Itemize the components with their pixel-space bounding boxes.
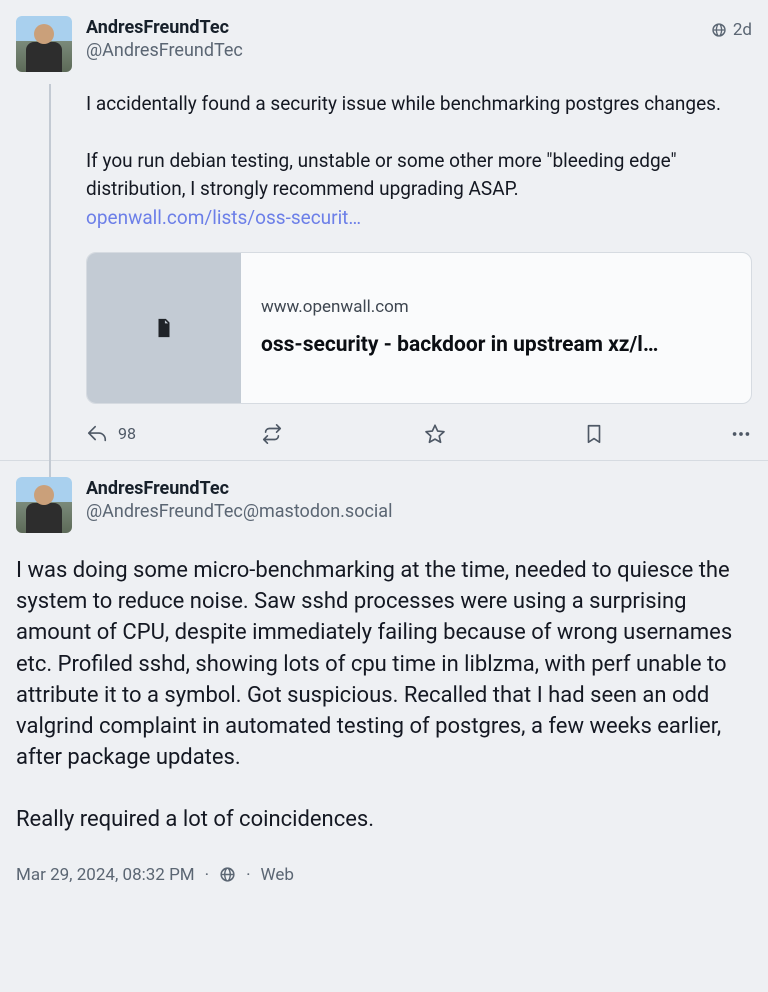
bookmark-icon <box>583 423 605 445</box>
handle: @AndresFreundTec@mastodon.social <box>86 500 752 523</box>
card-thumb <box>87 253 241 403</box>
paragraph: I was doing some micro-benchmarking at t… <box>16 555 752 774</box>
post-meta: 2d <box>711 16 752 72</box>
reply-count: 98 <box>118 422 136 446</box>
reply-button[interactable]: 98 <box>86 422 261 446</box>
reply-icon <box>86 423 108 445</box>
star-icon <box>424 423 446 445</box>
more-icon <box>730 423 752 445</box>
file-icon <box>153 315 175 341</box>
card-domain: www.openwall.com <box>261 295 658 321</box>
paragraph: I accidentally found a security issue wh… <box>86 90 752 119</box>
bookmark-button[interactable] <box>583 423 730 445</box>
boost-button[interactable] <box>261 423 424 445</box>
post-header: AndresFreundTec @AndresFreundTec 2d <box>16 16 752 72</box>
post-header: AndresFreundTec @AndresFreundTec@mastodo… <box>16 477 752 533</box>
card-body: www.openwall.com oss-security - backdoor… <box>241 253 678 403</box>
separator: · <box>246 865 250 885</box>
post-footer: Mar 29, 2024, 08:32 PM · · Web <box>16 865 752 885</box>
thread-connector <box>49 84 51 517</box>
link-card[interactable]: www.openwall.com oss-security - backdoor… <box>86 252 752 404</box>
timestamp[interactable]: Mar 29, 2024, 08:32 PM <box>16 865 195 885</box>
separator: · <box>205 865 209 885</box>
globe-icon <box>219 866 236 883</box>
display-name: AndresFreundTec <box>86 16 711 39</box>
post-source[interactable]: Web <box>261 865 294 885</box>
paragraph: Really required a lot of coincidences. <box>16 804 752 835</box>
author-block[interactable]: AndresFreundTec @AndresFreundTec <box>86 16 711 72</box>
card-title: oss-security - backdoor in upstream xz/l… <box>261 330 658 362</box>
display-name: AndresFreundTec <box>86 477 752 500</box>
post-content: I accidentally found a security issue wh… <box>86 90 752 446</box>
post-detail: AndresFreundTec @AndresFreundTec@mastodo… <box>0 460 768 885</box>
favorite-button[interactable] <box>424 423 583 445</box>
avatar[interactable] <box>16 16 72 72</box>
post-content: I was doing some micro-benchmarking at t… <box>16 555 752 835</box>
external-link[interactable]: openwall.com/lists/oss-securit… <box>86 206 361 229</box>
avatar[interactable] <box>16 477 72 533</box>
more-button[interactable] <box>730 423 752 445</box>
boost-icon <box>261 423 283 445</box>
post-age[interactable]: 2d <box>733 20 752 40</box>
author-block[interactable]: AndresFreundTec @AndresFreundTec@mastodo… <box>86 477 752 533</box>
action-bar: 98 <box>86 422 752 446</box>
globe-icon <box>711 22 727 38</box>
handle: @AndresFreundTec <box>86 39 711 62</box>
post-parent: AndresFreundTec @AndresFreundTec 2d I ac… <box>0 0 768 446</box>
paragraph: If you run debian testing, unstable or s… <box>86 147 752 204</box>
